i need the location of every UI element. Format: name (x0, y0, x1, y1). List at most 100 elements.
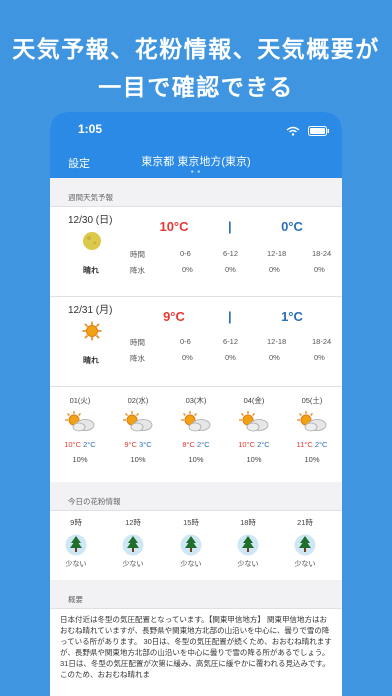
period-label: 0-6 (180, 249, 191, 258)
low-temp: 1°C (281, 309, 303, 324)
phone-screen: 1:05 設定 東京都 東京地方(東京) ● ● 週間天気予報 12/30 (日… (50, 112, 342, 696)
day-date: 12/31 (月) (68, 305, 113, 316)
weekly-low: 2°C (257, 440, 270, 449)
weather-label: 晴れ (83, 266, 99, 275)
sun-cloud-icon (239, 411, 269, 432)
sun-icon (82, 321, 102, 341)
pollen-time: 15時 (183, 518, 199, 527)
weekly-temps: 8°C 2°C (168, 440, 224, 449)
tree-icon (237, 534, 259, 556)
pollen-slot: 9時 少ない (51, 511, 101, 569)
time-label: 時間 (130, 338, 145, 347)
weekly-high: 10°C (238, 440, 256, 449)
weekly-temps: 10°C 2°C (52, 440, 108, 449)
time-label: 時間 (130, 250, 145, 259)
low-temp: 0°C (281, 219, 303, 234)
rain-label: 降水 (130, 354, 145, 363)
moon-icon (83, 232, 101, 250)
pollen-slot: 15時 少ない (166, 511, 216, 569)
rain-value: 0% (314, 353, 325, 362)
period-label: 18-24 (312, 249, 332, 258)
weekly-day: 02(水) 9°C 3°C 10% (110, 387, 166, 464)
weekly-day-name: 01(火) (69, 396, 91, 405)
summary-header: 概要 (68, 595, 83, 604)
pollen-slot: 18時 少ない (223, 511, 273, 569)
promo-line-1: 天気予報、花粉情報、天気概要が (12, 36, 380, 62)
pollen-time: 18時 (240, 518, 256, 527)
sun-cloud-icon (297, 411, 327, 432)
weekly-rain-prob: 10% (188, 455, 204, 464)
status-bar: 1:05 (50, 112, 342, 144)
weekly-day-name: 04(金) (243, 396, 265, 405)
weekly-day-name: 05(土) (301, 396, 323, 405)
sun-cloud-icon (65, 411, 95, 432)
pollen-strip: 9時 少ない 12時 少ない 15時 少ない 18時 少ない 21時 少ない (50, 510, 342, 580)
weekly-day: 01(火) 10°C 2°C 10% (52, 387, 108, 464)
weekly-low: 3°C (139, 440, 152, 449)
tree-icon (180, 534, 202, 556)
weekly-high: 11°C (296, 440, 313, 449)
rain-value: 0% (269, 353, 280, 362)
period-label: 6-12 (223, 249, 239, 258)
rain-value: 0% (269, 265, 280, 274)
weekly-rain-prob: 10% (246, 455, 262, 464)
pollen-time: 9時 (70, 518, 82, 527)
period-label: 0-6 (180, 337, 191, 346)
pollen-slot: 12時 少ない (108, 511, 158, 569)
rain-value: 0% (182, 265, 193, 274)
weekly-day-name: 03(木) (185, 396, 207, 405)
rain-value: 0% (225, 265, 236, 274)
weekly-high: 8°C (182, 440, 195, 449)
pollen-header: 今日の花粉情報 (68, 497, 121, 506)
high-temp: 10°C (159, 219, 189, 234)
period-label: 12-18 (267, 337, 287, 346)
pollen-time: 12時 (125, 518, 141, 527)
weekly-temps: 11°C 2°C (284, 440, 340, 449)
weekly-low: 2°C (83, 440, 96, 449)
sun-cloud-icon (181, 411, 211, 432)
daily-forecast-row: 12/31 (月) 晴れ 9°C | 1°C 時間 0-6 6-12 12-18… (50, 296, 342, 386)
weekly-day: 04(金) 10°C 2°C 10% (226, 387, 282, 464)
weekly-day: 03(木) 8°C 2°C 10% (168, 387, 224, 464)
weekly-forecast-header: 週間天気予報 (68, 193, 113, 202)
weekly-day-name: 02(水) (127, 396, 149, 405)
weekly-low: 2°C (197, 440, 210, 449)
pollen-level: 少ない (180, 561, 202, 568)
pollen-time: 21時 (297, 518, 313, 527)
status-icons (286, 122, 330, 140)
promo-line-2: 一目で確認できる (98, 74, 294, 100)
period-label: 6-12 (223, 337, 239, 346)
status-time: 1:05 (78, 122, 103, 136)
nav-bar: 設定 東京都 東京地方(東京) ● ● (50, 144, 342, 178)
rain-value: 0% (182, 353, 193, 362)
weather-label: 晴れ (83, 356, 99, 365)
weekly-strip: 01(火) 10°C 2°C 10% 02(水) 9°C 3°C 10% 03(… (50, 386, 342, 482)
location-title: 東京都 東京地方(東京) (141, 156, 251, 168)
weekly-high: 9°C (124, 440, 137, 449)
weekly-day: 05(土) 11°C 2°C 10% (284, 387, 340, 464)
weekly-temps: 9°C 3°C (110, 440, 166, 449)
rain-label: 降水 (130, 266, 145, 275)
pollen-level: 少ない (237, 561, 259, 568)
day-date: 12/30 (日) (68, 215, 113, 226)
pollen-level: 少ない (122, 561, 144, 568)
wifi-icon (286, 126, 299, 136)
summary-text: 日本付近は冬型の気圧配置となっています。【関東甲信地方】 関東甲信地方はおおむね… (50, 608, 342, 696)
high-temp: 9°C (163, 309, 185, 324)
promo-header: 天気予報、花粉情報、天気概要が 一目で確認できる (0, 0, 392, 112)
weekly-low: 2°C (314, 440, 328, 449)
page-indicator[interactable]: ● ● (50, 169, 342, 175)
tree-icon (122, 534, 144, 556)
temp-separator: | (228, 219, 232, 234)
weekly-rain-prob: 10% (72, 455, 88, 464)
pollen-level: 少ない (65, 561, 87, 568)
period-label: 12-18 (267, 249, 287, 258)
weekly-temps: 10°C 2°C (226, 440, 282, 449)
weekly-high: 10°C (64, 440, 82, 449)
rain-value: 0% (225, 353, 236, 362)
sun-cloud-icon (123, 411, 153, 432)
battery-icon (308, 125, 329, 136)
tree-icon (294, 534, 316, 556)
weekly-rain-prob: 10% (130, 455, 146, 464)
period-label: 18-24 (312, 337, 332, 346)
